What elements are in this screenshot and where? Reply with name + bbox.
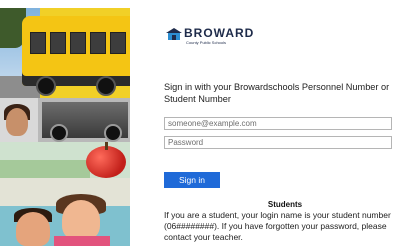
logo-wordmark: BROWARD [184,26,255,40]
school-bus-photo [0,8,130,98]
email-input[interactable] [164,117,392,130]
photo-collage [0,0,130,246]
students-info-text: If you are a student, your login name is… [164,210,391,242]
logo-subtitle: County Public Schools [186,40,227,45]
signin-instructions: Sign in with your Browardschools Personn… [164,82,390,104]
broward-logo: BROWARD County Public Schools [165,25,255,47]
sign-in-button[interactable]: Sign in [164,172,220,188]
vintage-truck-photo [0,98,130,142]
children-photo [0,178,130,246]
students-heading: Students [267,200,303,209]
password-input[interactable] [164,136,392,149]
schoolhouse-icon [166,28,182,40]
apple-photo [0,142,130,178]
